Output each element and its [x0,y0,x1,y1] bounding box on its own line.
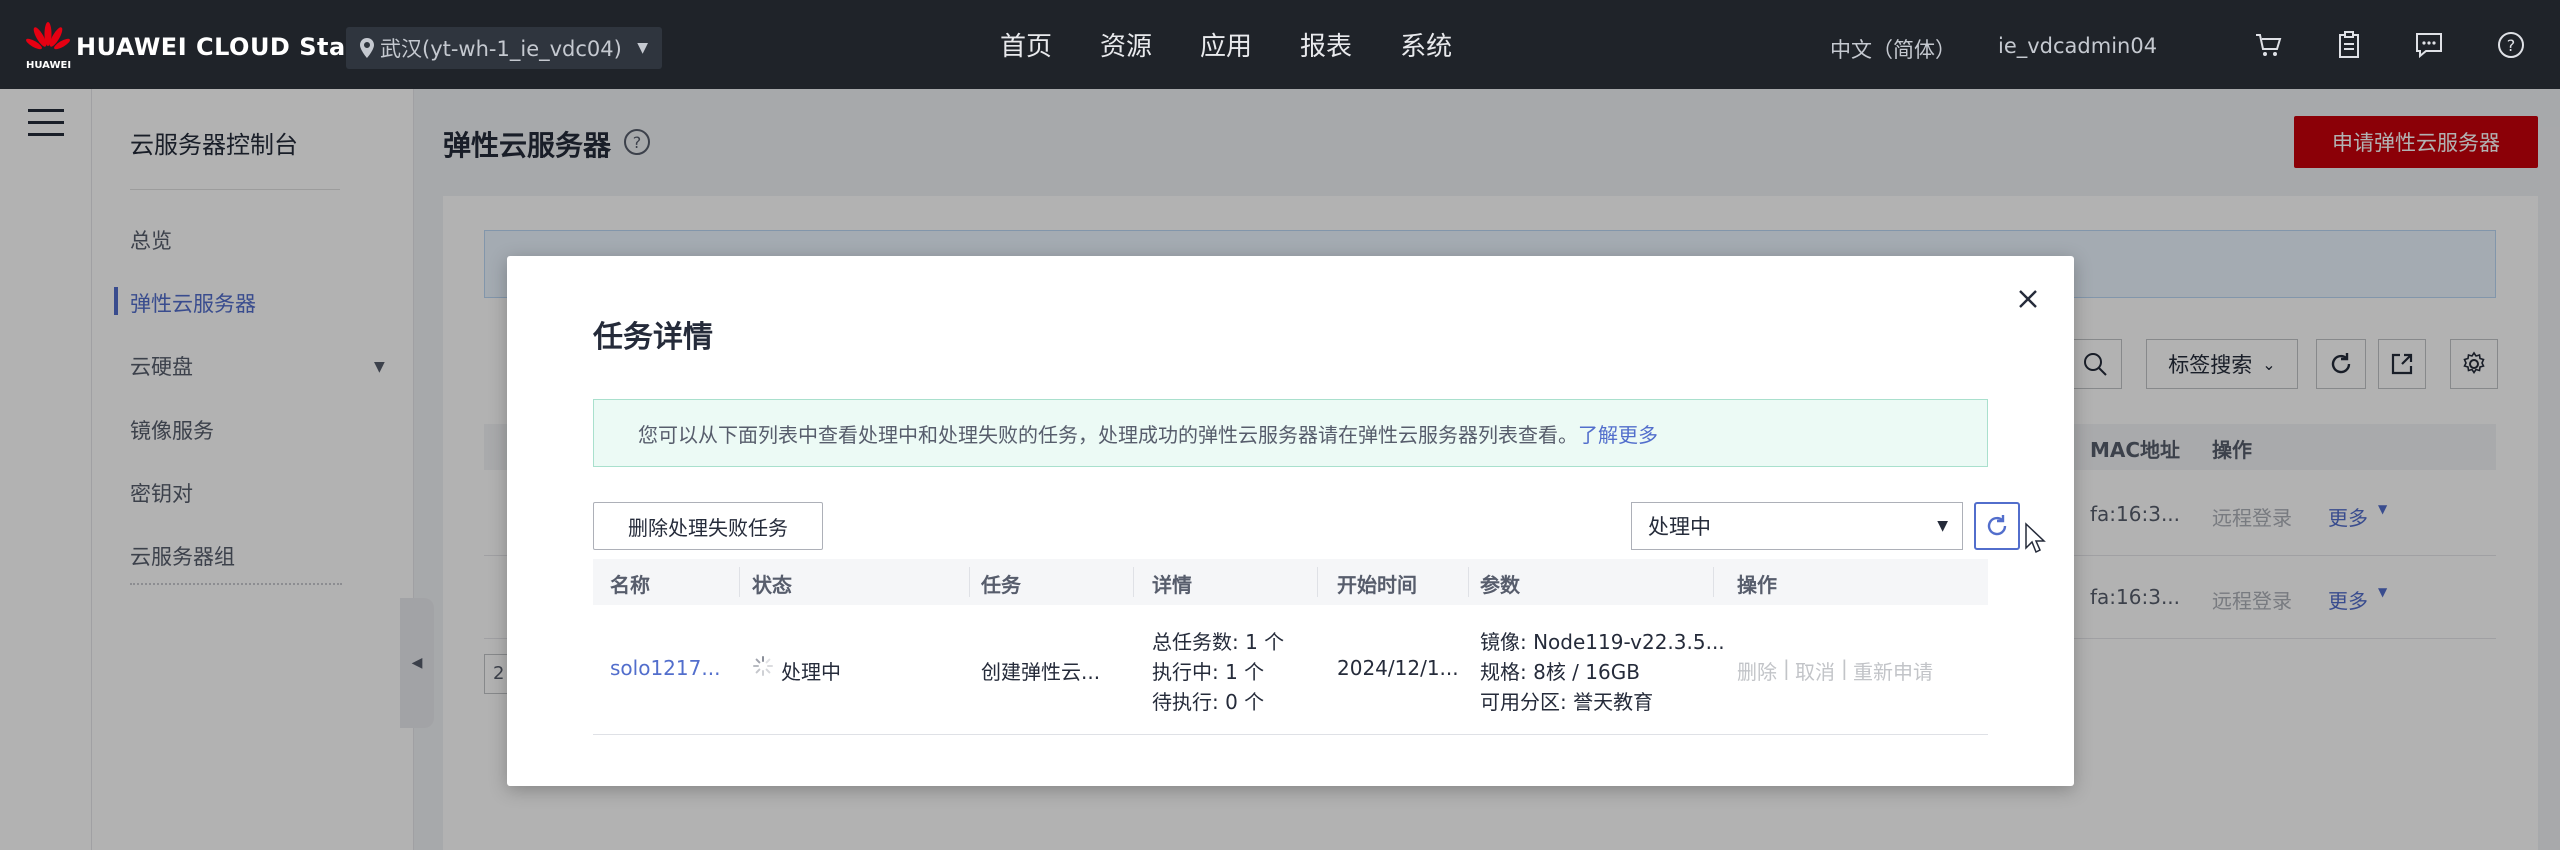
loading-spinner-icon [753,656,773,676]
huawei-flower-icon [26,22,70,50]
chevron-down-icon: ▼ [637,40,648,56]
brand-name: HUAWEI CLOUD Stack [76,33,377,61]
column-separator [969,567,970,597]
reapply-task-link[interactable]: 重新申请 [1853,656,1933,685]
nav-reports[interactable]: 报表 [1300,26,1352,63]
mouse-cursor-icon [2025,522,2046,554]
caret-down-icon: ▼ [1937,518,1948,534]
action-separator: | [1841,656,1848,680]
brand-sub: HUAWEI [26,60,72,71]
column-actions: 操作 [1737,573,1777,597]
task-status: 处理中 [781,660,841,684]
param-az: 可用分区: 誉天教育 [1480,690,1654,714]
main-nav: 首页 资源 应用 报表 系统 [1000,0,1500,89]
column-separator [1713,567,1714,597]
nav-system[interactable]: 系统 [1400,26,1452,63]
column-params: 参数 [1480,573,1520,597]
delete-failed-tasks-button[interactable]: 删除处理失败任务 [593,502,823,550]
task-details-dialog: 任务详情 您可以从下面列表中查看处理中和处理失败的任务，处理成功的弹性云服务器请… [507,256,2074,786]
task-type: 创建弹性云... [981,660,1101,684]
column-separator [1468,567,1469,597]
param-flavor: 规格: 8核 / 16GB [1480,660,1640,684]
refresh-tasks-button[interactable] [1974,502,2020,550]
close-icon[interactable] [2015,286,2041,312]
delete-task-link[interactable]: 删除 [1737,656,1777,685]
huawei-cloud-logo[interactable]: HUAWEI CLOUD Stack HUAWEI [26,22,376,74]
region-selector[interactable]: 武汉(yt-wh-1_ie_vdc04) ▼ [346,27,662,69]
help-icon[interactable]: ? [2496,30,2526,60]
column-task: 任务 [981,573,1021,597]
svg-text:?: ? [2507,36,2516,55]
action-separator: | [1783,656,1790,680]
task-start-time: 2024/12/1... [1337,656,1459,680]
task-table-header [593,559,1988,605]
task-name-link[interactable]: solo1217... [610,656,720,680]
column-separator [1317,567,1318,597]
param-image: 镜像: Node119-v22.3.5... [1480,630,1725,654]
info-notice: 您可以从下面列表中查看处理中和处理失败的任务，处理成功的弹性云服务器请在弹性云服… [593,399,1988,467]
cart-icon[interactable] [2253,30,2283,60]
column-separator [739,567,740,597]
column-start-time: 开始时间 [1337,573,1417,597]
nav-applications[interactable]: 应用 [1200,26,1252,63]
status-filter-select[interactable]: 处理中 ▼ [1631,502,1963,550]
nav-home[interactable]: 首页 [1000,26,1052,63]
column-separator [1133,567,1134,597]
detail-total: 总任务数: 1 个 [1152,630,1285,654]
learn-more-link[interactable]: 了解更多 [1578,419,1658,448]
info-text: 您可以从下面列表中查看处理中和处理失败的任务，处理成功的弹性云服务器请在弹性云服… [638,422,1578,447]
nav-resources[interactable]: 资源 [1100,26,1152,63]
clipboard-icon[interactable] [2334,30,2364,60]
column-details: 详情 [1152,573,1192,597]
detail-pending: 待执行: 0 个 [1152,690,1265,714]
region-label: 武汉(yt-wh-1_ie_vdc04) [380,37,622,61]
message-icon[interactable] [2414,30,2444,60]
refresh-icon [1987,515,2007,536]
location-pin-icon [360,38,374,58]
detail-running: 执行中: 1 个 [1152,660,1265,684]
username-menu[interactable]: ie_vdcadmin04 [1998,34,2157,58]
dialog-title: 任务详情 [593,320,713,355]
top-navigation-bar: HUAWEI CLOUD Stack HUAWEI 武汉(yt-wh-1_ie_… [0,0,2560,89]
status-filter-value: 处理中 [1648,515,1711,539]
row-divider [593,734,1988,735]
column-status: 状态 [752,573,792,597]
cancel-task-link[interactable]: 取消 [1795,656,1835,685]
language-selector[interactable]: 中文（简体） [1830,34,1956,64]
column-name: 名称 [610,573,650,597]
